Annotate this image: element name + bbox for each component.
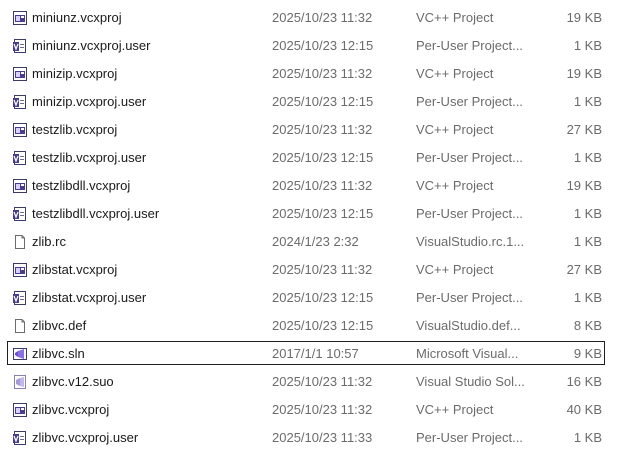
file-name: miniunz.vcxproj [32, 10, 122, 25]
file-type: Per-User Project... [416, 290, 523, 305]
file-name: miniunz.vcxproj.user [32, 38, 151, 53]
file-size: 19 KB [566, 66, 602, 81]
file-date-modified: 2025/10/23 12:15 [272, 150, 374, 165]
file-size: 1 KB [573, 234, 602, 249]
file-row[interactable]: testzlib.vcxproj 2025/10/23 11:32 VC++ Pro… [0, 116, 622, 144]
file-row[interactable]: miniunz.vcxproj.user 2025/10/23 12:15 Per-… [0, 32, 622, 60]
file-size: 27 KB [566, 122, 602, 137]
file-size: 1 KB [573, 94, 602, 109]
file-name: testzlib.vcxproj [32, 122, 118, 137]
file-row[interactable]: minizip.vcxproj 2025/10/23 11:32 VC++ Proj… [0, 60, 622, 88]
file-row[interactable]: testzlibdll.vcxproj.user 2025/10/23 12:15… [0, 200, 622, 228]
file-name: testzlib.vcxproj.user [32, 150, 147, 165]
file-type: Per-User Project... [416, 206, 523, 221]
file-type: Visual Studio Sol... [416, 374, 525, 389]
vcxproj-icon [12, 178, 28, 194]
file-type: VC++ Project [416, 262, 494, 277]
file-type: Per-User Project... [416, 430, 523, 445]
file-name: zlibvc.def [32, 318, 87, 333]
file-size: 16 KB [566, 374, 602, 389]
file-name: zlibstat.vcxproj.user [32, 290, 147, 305]
file-size: 8 KB [573, 318, 602, 333]
file-row[interactable]: zlibstat.vcxproj.user 2025/10/23 12:15 Per… [0, 284, 622, 312]
file-size: 1 KB [573, 430, 602, 445]
vcxproj-icon [12, 10, 28, 26]
suo-icon [12, 374, 28, 390]
file-date-modified: 2025/10/23 11:32 [272, 402, 373, 417]
file-row[interactable]: zlibvc.vcxproj.user 2025/10/23 11:33 Per-U… [0, 424, 622, 451]
file-type: Per-User Project... [416, 94, 523, 109]
file-size: 1 KB [573, 206, 602, 221]
file-type: VC++ Project [416, 178, 494, 193]
file-row[interactable]: testzlib.vcxproj.user 2025/10/23 12:15 Per… [0, 144, 622, 172]
file-date-modified: 2025/10/23 11:33 [272, 430, 373, 445]
file-date-modified: 2025/10/23 11:32 [272, 122, 373, 137]
file-date-modified: 2025/10/23 12:15 [272, 38, 374, 53]
file-type: VC++ Project [416, 66, 494, 81]
file-type: VisualStudio.def... [416, 318, 521, 333]
vcxproj-user-icon [12, 38, 28, 54]
file-date-modified: 2025/10/23 11:32 [272, 66, 373, 81]
vcxproj-user-icon [12, 94, 28, 110]
vcxproj-icon [12, 262, 28, 278]
file-size: 40 KB [566, 402, 602, 417]
file-type: VisualStudio.rc.1... [416, 234, 525, 249]
file-row[interactable]: miniunz.vcxproj 2025/10/23 11:32 VC++ Proj… [0, 4, 622, 32]
file-type: Per-User Project... [416, 38, 523, 53]
file-date-modified: 2025/10/23 11:32 [272, 262, 373, 277]
file-row[interactable]: zlibvc.v12.suo 2025/10/23 11:32 Visual Stu… [0, 368, 622, 396]
file-name: minizip.vcxproj.user [32, 94, 147, 109]
vcxproj-user-icon [12, 430, 28, 446]
file-date-modified: 2024/1/23 2:32 [272, 234, 359, 249]
document-icon [12, 234, 28, 250]
file-size: 1 KB [573, 290, 602, 305]
file-size: 19 KB [566, 178, 602, 193]
file-type: VC++ Project [416, 402, 494, 417]
file-size: 27 KB [566, 262, 602, 277]
vcxproj-icon [12, 66, 28, 82]
file-date-modified: 2025/10/23 12:15 [272, 94, 374, 109]
file-size: 1 KB [573, 38, 602, 53]
vcxproj-user-icon [12, 150, 28, 166]
file-name: zlibvc.vcxproj.user [32, 430, 139, 445]
file-row[interactable]: testzlibdll.vcxproj 2025/10/23 11:32 VC++ … [0, 172, 622, 200]
file-date-modified: 2017/1/1 10:57 [272, 346, 359, 361]
file-size: 9 KB [573, 346, 602, 361]
vcxproj-icon [12, 122, 28, 138]
file-name: zlibvc.vcxproj [32, 402, 110, 417]
file-size: 19 KB [566, 10, 602, 25]
file-name: testzlibdll.vcxproj.user [32, 206, 160, 221]
file-name: zlibstat.vcxproj [32, 262, 118, 277]
file-type: VC++ Project [416, 10, 494, 25]
vcxproj-icon [12, 402, 28, 418]
file-row[interactable]: zlibvc.def 2025/10/23 12:15 VisualStudio.d… [0, 312, 622, 340]
file-row[interactable]: zlibstat.vcxproj 2025/10/23 11:32 VC++ Pro… [0, 256, 622, 284]
file-name: testzlibdll.vcxproj [32, 178, 131, 193]
file-date-modified: 2025/10/23 12:15 [272, 290, 374, 305]
file-name: zlibvc.sln [32, 346, 85, 361]
file-type: Microsoft Visual... [416, 346, 519, 361]
file-name: zlibvc.v12.suo [32, 374, 114, 389]
vcxproj-user-icon [12, 206, 28, 222]
file-date-modified: 2025/10/23 12:15 [272, 318, 374, 333]
file-size: 1 KB [573, 150, 602, 165]
file-row[interactable]: zlibvc.sln 2017/1/1 10:57 Microsoft Visual… [0, 340, 622, 368]
file-row[interactable]: zlibvc.vcxproj 2025/10/23 11:32 VC++ Proje… [0, 396, 622, 424]
sln-icon [12, 346, 28, 362]
file-name: zlib.rc [32, 234, 66, 249]
vcxproj-user-icon [12, 290, 28, 306]
file-row[interactable]: minizip.vcxproj.user 2025/10/23 12:15 Per-… [0, 88, 622, 116]
file-type: VC++ Project [416, 122, 494, 137]
file-list: miniunz.vcxproj 2025/10/23 11:32 VC++ Proj… [0, 0, 622, 451]
document-icon [12, 318, 28, 334]
file-date-modified: 2025/10/23 11:32 [272, 374, 373, 389]
file-name: minizip.vcxproj [32, 66, 118, 81]
file-date-modified: 2025/10/23 12:15 [272, 206, 374, 221]
file-type: Per-User Project... [416, 150, 523, 165]
file-date-modified: 2025/10/23 11:32 [272, 10, 373, 25]
file-row[interactable]: zlib.rc 2024/1/23 2:32 VisualStudio.rc.1..… [0, 228, 622, 256]
file-date-modified: 2025/10/23 11:32 [272, 178, 373, 193]
